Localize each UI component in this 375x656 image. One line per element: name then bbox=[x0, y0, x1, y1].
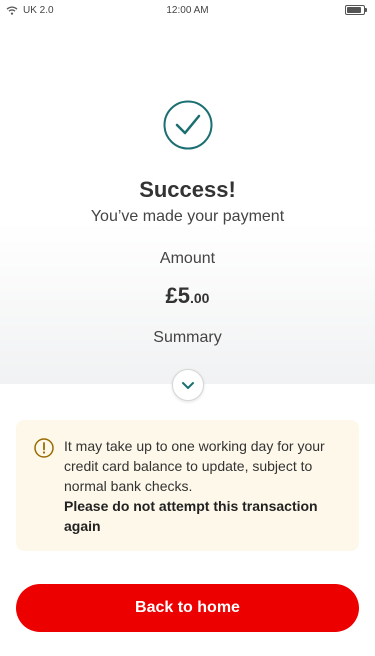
warning-icon bbox=[34, 438, 54, 458]
amount-label: Amount bbox=[159, 250, 216, 267]
chevron-down-icon bbox=[182, 381, 194, 389]
summary-expand-button[interactable] bbox=[172, 369, 204, 401]
summary-label: Summary bbox=[153, 329, 222, 346]
success-title: Success! bbox=[139, 177, 236, 202]
payment-confirmation-panel: Success! You’ve made your payment Amount… bbox=[0, 22, 375, 384]
success-subtitle: You’ve made your payment bbox=[90, 208, 285, 225]
status-bar: UK 2.0 12:00 AM bbox=[0, 0, 375, 22]
notice-message: It may take up to one working day for yo… bbox=[64, 438, 325, 494]
notice-warning-message: Please do not attempt this transaction a… bbox=[64, 498, 318, 534]
battery-level-fill bbox=[347, 7, 361, 13]
amount-minor: .00 bbox=[190, 290, 210, 306]
info-notice: It may take up to one working day for yo… bbox=[16, 420, 359, 551]
back-to-home-button[interactable]: Back to home bbox=[16, 584, 359, 632]
status-time: 12:00 AM bbox=[166, 5, 209, 16]
battery-icon bbox=[345, 5, 367, 15]
check-circle-icon bbox=[163, 100, 213, 150]
amount-major: £5 bbox=[165, 283, 190, 308]
notice-text-block: It may take up to one working day for yo… bbox=[64, 436, 349, 536]
amount-value: £5.00 bbox=[0, 283, 375, 309]
